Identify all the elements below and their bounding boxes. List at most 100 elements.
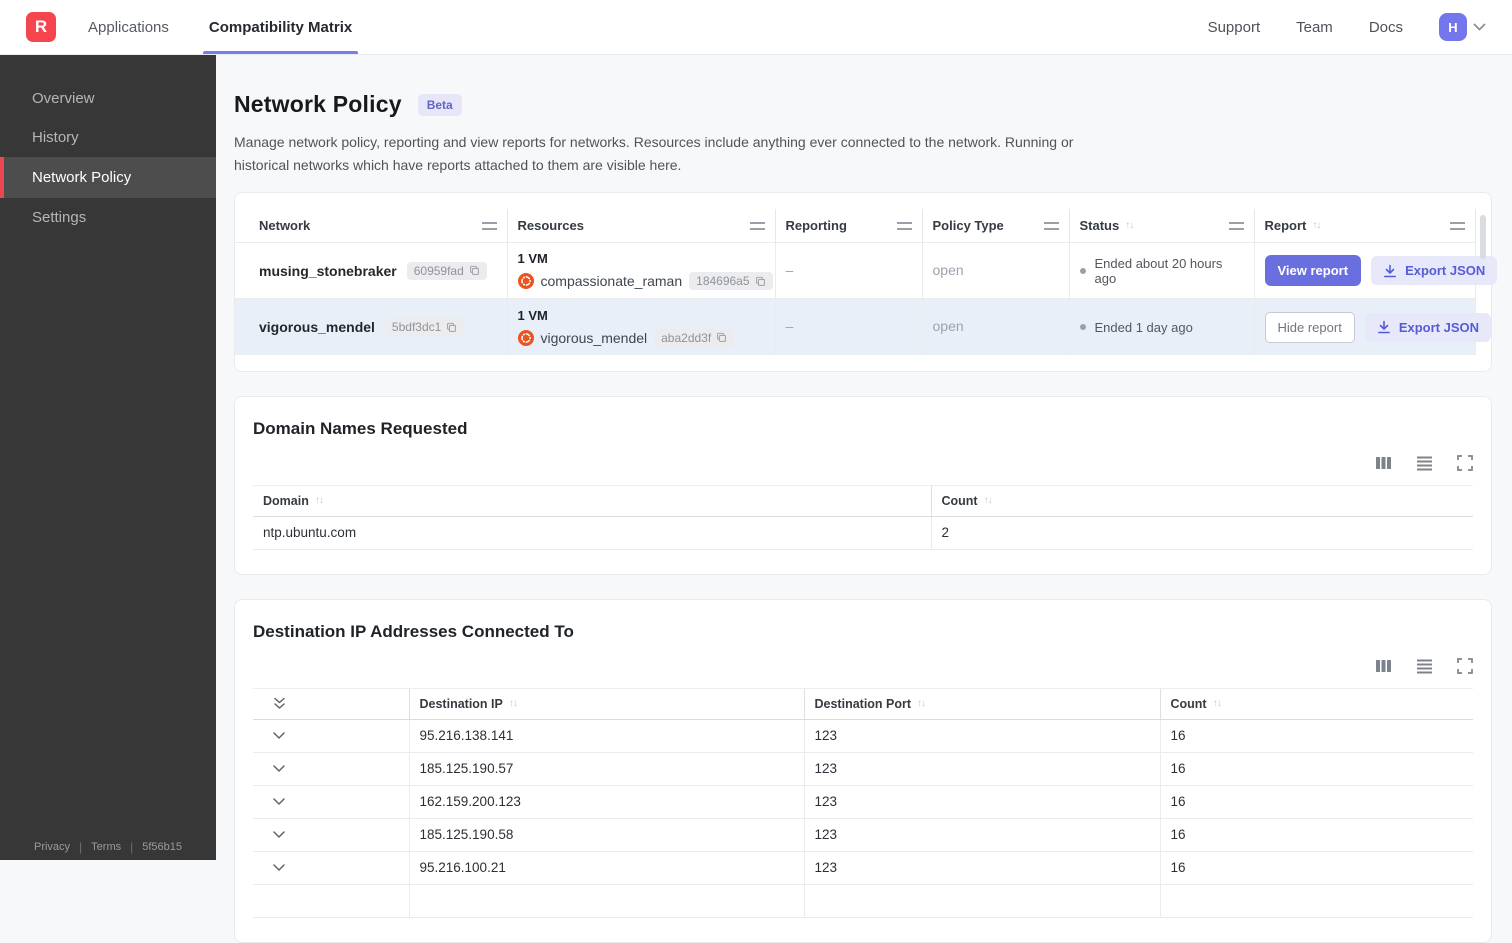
column-menu-icon[interactable] bbox=[1450, 222, 1465, 230]
sort-icon[interactable]: ↑↓ bbox=[509, 698, 517, 709]
network-row-musing-stonebraker[interactable]: musing_stonebraker 60959fad 1 VM compass… bbox=[235, 243, 1476, 299]
column-header-domain[interactable]: Domain ↑↓ bbox=[253, 485, 931, 516]
sort-icon[interactable]: ↑↓ bbox=[984, 495, 992, 506]
export-json-button[interactable]: Export JSON bbox=[1365, 313, 1491, 342]
column-menu-icon[interactable] bbox=[482, 222, 497, 230]
count-cell: 16 bbox=[1160, 785, 1473, 818]
link-support[interactable]: Support bbox=[1208, 19, 1261, 36]
app-logo[interactable]: R bbox=[26, 12, 56, 42]
avatar[interactable]: H bbox=[1439, 13, 1467, 41]
destination-row[interactable]: 95.216.138.141 123 16 bbox=[253, 719, 1473, 752]
fullscreen-icon[interactable] bbox=[1457, 658, 1473, 674]
destination-row[interactable]: 185.125.190.57 123 16 bbox=[253, 752, 1473, 785]
destination-row[interactable]: 185.125.190.58 123 16 bbox=[253, 818, 1473, 851]
vm-count: 1 VM bbox=[518, 251, 765, 266]
destination-port-cell bbox=[804, 884, 1160, 917]
rows-icon[interactable] bbox=[1416, 658, 1433, 674]
account-menu[interactable]: H bbox=[1439, 13, 1486, 41]
privacy-link[interactable]: Privacy bbox=[34, 841, 70, 853]
row-expander[interactable] bbox=[253, 785, 409, 818]
column-label: Resources bbox=[518, 218, 584, 233]
link-team[interactable]: Team bbox=[1296, 19, 1333, 36]
column-header-destination-ip[interactable]: Destination IP↑↓ bbox=[409, 688, 804, 719]
columns-icon[interactable] bbox=[1375, 658, 1392, 674]
column-menu-icon[interactable] bbox=[897, 222, 912, 230]
column-header-count[interactable]: Count↑↓ bbox=[931, 485, 1473, 516]
tab-compatibility-matrix[interactable]: Compatibility Matrix bbox=[209, 0, 352, 54]
hide-report-button[interactable]: Hide report bbox=[1265, 312, 1355, 343]
sidebar-item-history[interactable]: History bbox=[0, 118, 216, 157]
column-header-network[interactable]: Network bbox=[235, 209, 507, 243]
column-menu-icon[interactable] bbox=[1044, 222, 1059, 230]
page-title: Network Policy bbox=[234, 91, 402, 118]
copy-icon[interactable] bbox=[755, 276, 766, 287]
sidebar-footer: Privacy | Terms | 5f56b15 bbox=[0, 840, 216, 854]
build-hash: 5f56b15 bbox=[142, 841, 182, 853]
networks-table-header-row: Network Resources Reporting Policy Type … bbox=[235, 209, 1476, 243]
column-header-resources[interactable]: Resources bbox=[507, 209, 775, 243]
export-label: Export JSON bbox=[1405, 263, 1485, 278]
copy-icon[interactable] bbox=[716, 332, 727, 343]
resource-name: compassionate_raman bbox=[541, 273, 683, 289]
column-header-reporting[interactable]: Reporting bbox=[775, 209, 922, 243]
sidebar-item-settings[interactable]: Settings bbox=[0, 198, 216, 237]
sort-icon[interactable]: ↑↓ bbox=[917, 698, 925, 709]
fullscreen-icon[interactable] bbox=[1457, 455, 1473, 471]
sort-icon[interactable]: ↑↓ bbox=[1125, 220, 1133, 231]
resources-cell: 1 VM vigorous_mendel aba2dd3f bbox=[507, 299, 775, 355]
destinations-table: Destination IP↑↓ Destination Port↑↓ Coun… bbox=[253, 688, 1473, 918]
row-expander[interactable] bbox=[253, 851, 409, 884]
domain-row[interactable]: ntp.ubuntu.com 2 bbox=[253, 516, 1473, 549]
sidebar-item-network-policy[interactable]: Network Policy bbox=[0, 157, 216, 198]
column-label: Report bbox=[1265, 218, 1307, 233]
destination-ip-cell: 185.125.190.57 bbox=[409, 752, 804, 785]
download-icon bbox=[1377, 320, 1391, 334]
view-report-button[interactable]: View report bbox=[1265, 255, 1362, 286]
link-docs[interactable]: Docs bbox=[1369, 19, 1403, 36]
sort-icon[interactable]: ↑↓ bbox=[1312, 220, 1320, 231]
column-header-count[interactable]: Count↑↓ bbox=[1160, 688, 1473, 719]
row-expander[interactable] bbox=[253, 719, 409, 752]
sort-icon[interactable]: ↑↓ bbox=[1213, 698, 1221, 709]
count-cell: 16 bbox=[1160, 851, 1473, 884]
copy-icon[interactable] bbox=[469, 265, 480, 276]
row-expander[interactable] bbox=[253, 818, 409, 851]
network-row-vigorous-mendel[interactable]: vigorous_mendel 5bdf3dc1 1 VM vigorous_m… bbox=[235, 299, 1476, 355]
resource-hash-badge[interactable]: 184696a5 bbox=[689, 272, 772, 290]
table-scrollbar-thumb[interactable] bbox=[1480, 215, 1486, 259]
status-text: Ended about 20 hours ago bbox=[1095, 256, 1244, 286]
column-label: Reporting bbox=[786, 218, 847, 233]
column-label: Domain bbox=[263, 494, 309, 508]
column-menu-icon[interactable] bbox=[750, 222, 765, 230]
copy-icon[interactable] bbox=[446, 322, 457, 333]
column-label: Policy Type bbox=[933, 218, 1004, 233]
destination-row[interactable]: 95.216.100.21 123 16 bbox=[253, 851, 1473, 884]
topnav-right-links: Support Team Docs H bbox=[1208, 13, 1512, 41]
column-header-status[interactable]: Status↑↓ bbox=[1069, 209, 1254, 243]
network-hash-badge[interactable]: 60959fad bbox=[407, 262, 487, 280]
reporting-value: – bbox=[786, 262, 794, 278]
row-expander[interactable] bbox=[253, 752, 409, 785]
destination-port-cell: 123 bbox=[804, 851, 1160, 884]
column-menu-icon[interactable] bbox=[1229, 222, 1244, 230]
rows-icon[interactable] bbox=[1416, 455, 1433, 471]
row-expander[interactable] bbox=[253, 884, 409, 917]
tab-applications[interactable]: Applications bbox=[88, 0, 169, 54]
column-header-report[interactable]: Report ↑↓ bbox=[1254, 209, 1476, 243]
beta-badge: Beta bbox=[418, 94, 462, 116]
double-chevron-down-icon[interactable] bbox=[273, 697, 399, 710]
column-header-policy-type[interactable]: Policy Type bbox=[922, 209, 1069, 243]
sort-icon[interactable]: ↑↓ bbox=[315, 495, 323, 506]
destination-row[interactable]: 162.159.200.123 123 16 bbox=[253, 785, 1473, 818]
export-json-button[interactable]: Export JSON bbox=[1371, 256, 1497, 285]
expand-all-header[interactable] bbox=[253, 688, 409, 719]
terms-link[interactable]: Terms bbox=[91, 841, 121, 853]
resource-hash-badge[interactable]: aba2dd3f bbox=[654, 329, 734, 347]
count-cell: 16 bbox=[1160, 719, 1473, 752]
column-header-destination-port[interactable]: Destination Port↑↓ bbox=[804, 688, 1160, 719]
columns-icon[interactable] bbox=[1375, 455, 1392, 471]
destination-row-partial[interactable] bbox=[253, 884, 1473, 917]
network-cell: vigorous_mendel 5bdf3dc1 bbox=[235, 299, 507, 355]
sidebar-item-overview[interactable]: Overview bbox=[0, 79, 216, 118]
network-hash-badge[interactable]: 5bdf3dc1 bbox=[385, 318, 464, 336]
